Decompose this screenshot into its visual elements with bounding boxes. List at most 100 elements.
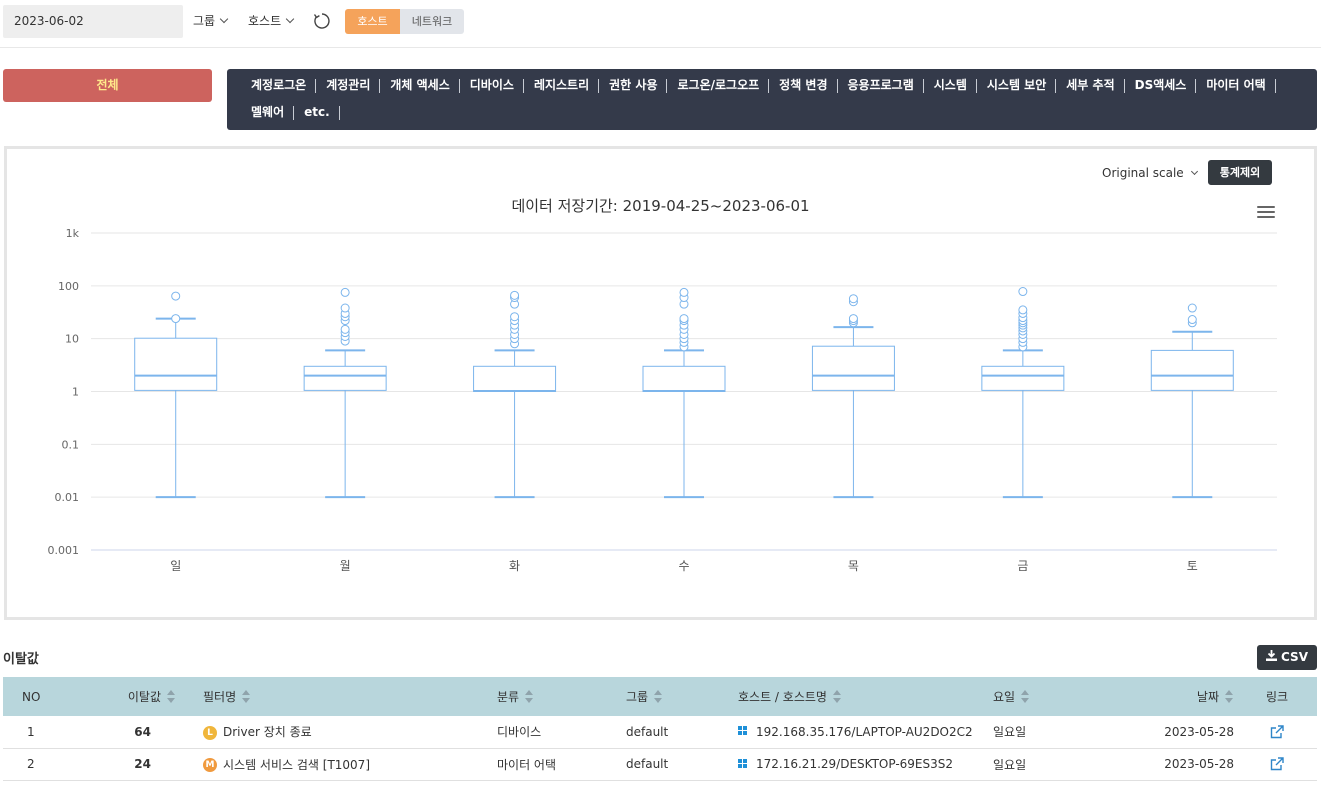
col-host-label: 호스트 / 호스트명	[738, 690, 827, 704]
sort-icon[interactable]	[242, 689, 251, 704]
y-tick-label: 1	[72, 386, 79, 399]
box	[134, 337, 218, 391]
y-tick-label: 0.001	[48, 544, 80, 557]
col-category-label: 분류	[497, 690, 520, 704]
external-link-icon[interactable]	[1270, 757, 1284, 771]
category-item[interactable]: DS액세스	[1125, 74, 1197, 101]
category-panel: 계정로그온 계정관리 개체 액세스 디바이스 레지스트리 권한 사용 로그온/로그오프 정책 …	[227, 69, 1317, 130]
cell-group: default	[623, 748, 735, 781]
category-item[interactable]: 권한 사용	[599, 74, 668, 101]
windows-icon	[738, 758, 748, 769]
outlier-point	[1187, 303, 1197, 313]
box-series-6	[1150, 303, 1234, 499]
col-date[interactable]: 날짜	[1137, 677, 1237, 716]
cell-filter: L Driver 장치 종료	[199, 716, 494, 749]
col-category[interactable]: 분류	[494, 677, 623, 716]
level-badge: L	[203, 725, 217, 740]
col-filter[interactable]: 필터명	[199, 677, 494, 716]
cell-day: 일요일	[990, 748, 1137, 781]
box	[811, 345, 895, 391]
segment-network[interactable]: 네트워크	[400, 9, 464, 34]
sort-icon[interactable]	[654, 689, 663, 704]
x-tick-label: 일	[170, 559, 181, 573]
x-tick-label: 화	[509, 559, 520, 573]
host-dropdown-label: 호스트	[248, 14, 282, 28]
outlier-point	[510, 312, 520, 322]
col-value[interactable]: 이탈값	[97, 677, 199, 716]
y-tick-label: 10	[65, 333, 79, 346]
col-group[interactable]: 그룹	[623, 677, 735, 716]
category-item[interactable]: 마이터 어택	[1196, 74, 1277, 101]
box	[473, 365, 557, 393]
refresh-icon[interactable]	[312, 11, 332, 31]
cell-date: 2023-05-28	[1137, 748, 1237, 781]
host-name: 172.16.21.29/DESKTOP-69ES3S2	[756, 757, 954, 771]
box-series-5	[981, 287, 1065, 499]
box-series-3	[642, 287, 726, 499]
date-picker[interactable]: 2023-06-02	[3, 5, 183, 38]
sort-icon[interactable]	[832, 689, 841, 704]
col-filter-label: 필터명	[203, 690, 237, 704]
category-item[interactable]: 응용프로그램	[838, 74, 925, 101]
host-dropdown[interactable]: 호스트	[248, 12, 295, 30]
category-item[interactable]: 계정로그온	[241, 74, 317, 101]
chevron-down-icon	[285, 14, 295, 24]
all-category-button[interactable]: 전체	[3, 69, 212, 102]
col-link: 링크	[1237, 677, 1317, 716]
cell-category: 디바이스	[494, 716, 623, 749]
chart-panel: Original scale 통계제외 데이터 저장기간: 2019-04-25…	[4, 146, 1317, 620]
col-no: NO	[3, 677, 97, 716]
outliers-table: NO 이탈값 필터명 분류 그룹 호스트 / 호스트명 요일 날짜 링크 1 6…	[3, 677, 1317, 781]
sort-icon[interactable]	[167, 689, 175, 704]
x-tick-label: 토	[1187, 559, 1198, 573]
category-item[interactable]: 세부 추적	[1056, 74, 1125, 101]
host-name: 192.168.35.176/LAPTOP-AU2DO2C2	[756, 724, 973, 739]
outliers-title: 이탈값	[3, 652, 39, 667]
category-item[interactable]: etc.	[294, 101, 340, 128]
box	[642, 365, 726, 393]
table-row[interactable]: 1 64 L Driver 장치 종료 디바이스 default 192.168.…	[3, 716, 1317, 749]
x-tick-label: 금	[1017, 559, 1028, 573]
category-item[interactable]: 정책 변경	[769, 74, 838, 101]
box	[1150, 349, 1234, 391]
category-item[interactable]: 디바이스	[460, 74, 525, 101]
cell-no: 2	[3, 748, 97, 781]
col-date-label: 날짜	[1196, 690, 1219, 704]
cell-link	[1237, 748, 1317, 781]
table-header-row: NO 이탈값 필터명 분류 그룹 호스트 / 호스트명 요일 날짜 링크	[3, 677, 1317, 716]
outlier-point	[171, 314, 181, 324]
cell-link	[1237, 716, 1317, 749]
category-item[interactable]: 시스템	[924, 74, 978, 101]
group-dropdown[interactable]: 그룹	[193, 12, 229, 30]
outlier-point	[848, 294, 858, 304]
cell-group: default	[623, 716, 735, 749]
category-item[interactable]: 멜웨어	[241, 101, 295, 128]
category-item[interactable]: 레지스트리	[524, 74, 600, 101]
col-host[interactable]: 호스트 / 호스트명	[735, 677, 990, 716]
box-series-0	[134, 291, 218, 499]
category-item[interactable]: 시스템 보안	[977, 74, 1057, 101]
top-toolbar: 2023-06-02 그룹 호스트 호스트 네트워크	[0, 0, 1321, 48]
cell-host: 172.16.21.29/DESKTOP-69ES3S2	[735, 748, 990, 781]
chevron-down-icon	[219, 14, 229, 24]
col-value-label: 이탈값	[127, 690, 161, 704]
sort-icon[interactable]	[525, 689, 534, 704]
box-series-4	[811, 294, 895, 499]
outlier-point	[340, 324, 350, 334]
sort-icon[interactable]	[1021, 689, 1030, 704]
filter-name: Driver 장치 종료	[223, 725, 312, 740]
sort-icon[interactable]	[1225, 689, 1233, 704]
csv-download-button[interactable]: CSV	[1257, 645, 1317, 670]
box-series-2	[473, 290, 557, 499]
cell-category: 마이터 어택	[494, 748, 623, 781]
category-item[interactable]: 계정관리	[316, 74, 381, 101]
category-item[interactable]: 개체 액세스	[380, 74, 461, 101]
col-day[interactable]: 요일	[990, 677, 1137, 716]
table-row[interactable]: 2 24 M 시스템 서비스 검색 [T1007] 마이터 어택 default …	[3, 748, 1317, 781]
external-link-icon[interactable]	[1270, 725, 1284, 739]
box	[981, 365, 1065, 391]
windows-icon	[738, 726, 748, 736]
col-group-label: 그룹	[626, 690, 649, 704]
category-item[interactable]: 로그온/로그오프	[667, 74, 769, 101]
segment-host[interactable]: 호스트	[345, 9, 400, 34]
